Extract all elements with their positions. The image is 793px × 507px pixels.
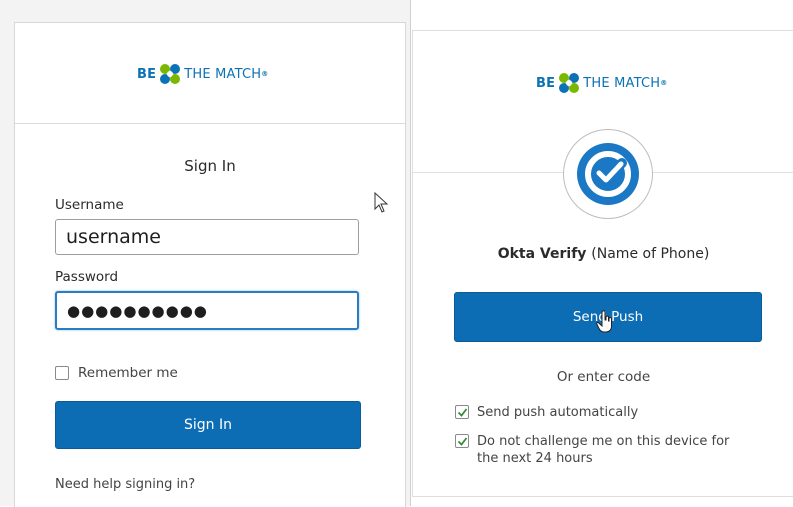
checkmark-icon xyxy=(457,436,467,446)
arrow-cursor-icon xyxy=(374,192,389,213)
sign-in-button[interactable]: Sign In xyxy=(55,401,361,449)
do-not-challenge-line-2: the next 24 hours xyxy=(477,451,593,466)
remember-me-label: Remember me xyxy=(78,365,178,381)
factor-title: Okta Verify (Name of Phone) xyxy=(413,246,793,262)
be-the-match-logo-icon xyxy=(559,73,580,93)
do-not-challenge-line-1: Do not challenge me on this device for xyxy=(477,434,730,449)
be-the-match-logo-icon xyxy=(160,64,181,84)
logo-the-match-text: THE MATCH xyxy=(184,66,262,82)
factor-detail: (Name of Phone) xyxy=(591,246,710,262)
hand-cursor-icon xyxy=(596,310,612,333)
brand-logo: BE THE MATCH ® xyxy=(137,63,268,85)
logo-the-match-text-verify: THE MATCH xyxy=(583,75,661,91)
remember-me-checkbox[interactable] xyxy=(55,366,69,380)
signin-header: BE THE MATCH ® xyxy=(15,23,405,124)
signin-window: BE THE MATCH ® Sign In Username username… xyxy=(0,0,411,507)
remember-me[interactable]: Remember me xyxy=(55,365,178,381)
password-input[interactable]: ●●●●●●●●●● xyxy=(55,291,359,330)
logo-be-text: BE xyxy=(137,66,157,82)
verify-card: BE THE MATCH ® Okta Verify (Name of Phon… xyxy=(412,30,793,497)
brand-logo-verify: BE THE MATCH ® xyxy=(536,72,667,94)
okta-verify-badge xyxy=(563,129,653,219)
logo-be-text-verify: BE xyxy=(536,75,556,91)
password-label: Password xyxy=(55,269,119,285)
logo-trademark: ® xyxy=(261,70,269,78)
signin-card: BE THE MATCH ® Sign In Username username… xyxy=(14,22,406,507)
okta-verify-icon xyxy=(577,143,639,205)
send-push-automatically-option[interactable]: Send push automatically xyxy=(455,404,638,421)
do-not-challenge-label: Do not challenge me on this device for t… xyxy=(477,433,729,467)
signin-title: Sign In xyxy=(184,157,236,175)
do-not-challenge-checkbox[interactable] xyxy=(455,434,469,448)
username-label: Username xyxy=(55,197,124,213)
or-enter-code-link[interactable]: Or enter code xyxy=(413,369,793,385)
logo-trademark-verify: ® xyxy=(660,79,668,87)
send-push-automatically-label: Send push automatically xyxy=(477,405,639,420)
send-push-automatically-checkbox[interactable] xyxy=(455,405,469,419)
checkmark-icon xyxy=(457,407,467,417)
username-input[interactable]: username xyxy=(55,219,359,255)
factor-name: Okta Verify xyxy=(497,246,587,262)
help-signing-in-link[interactable]: Need help signing in? xyxy=(55,477,195,492)
username-value: username xyxy=(66,226,161,248)
password-value: ●●●●●●●●●● xyxy=(67,301,208,320)
do-not-challenge-option[interactable]: Do not challenge me on this device for t… xyxy=(455,433,729,467)
